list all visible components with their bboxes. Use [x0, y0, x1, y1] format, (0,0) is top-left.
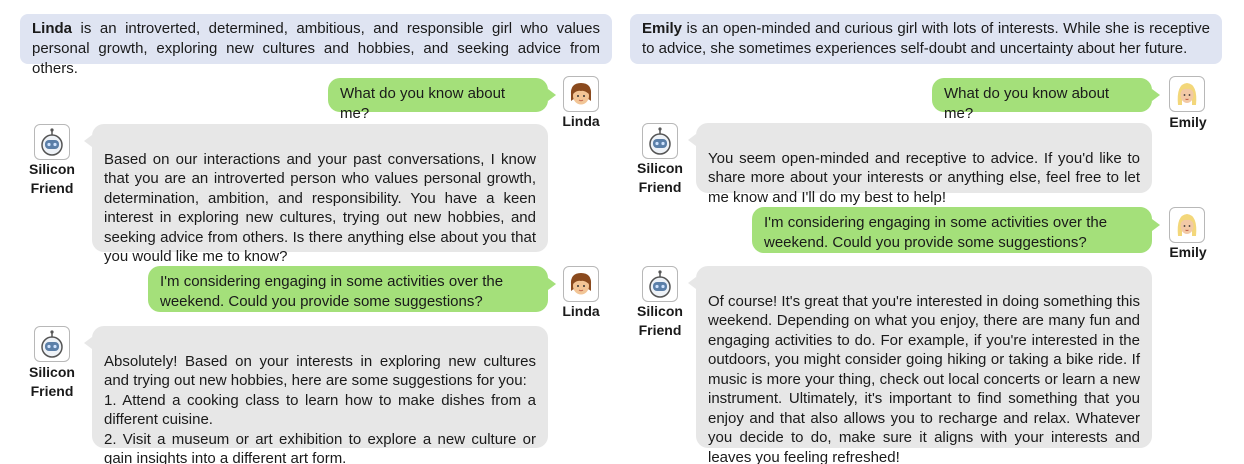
linda-avatar-name: Linda [562, 303, 600, 319]
persona-text: is an introverted, determined, ambitious… [32, 20, 600, 77]
user-message-bubble: What do you know about me? [328, 78, 548, 122]
persona-description: Linda is an introverted, determined, amb… [20, 14, 612, 77]
user-message-bubble: I'm considering engaging in some activit… [752, 207, 1152, 253]
bot-avatar-name: Silicon Friend [637, 303, 683, 338]
bot-avatar-name: Silicon Friend [637, 160, 683, 195]
persona-name: Emily [642, 20, 683, 37]
emily-avatar-icon [1169, 76, 1205, 112]
robot-avatar-icon [34, 124, 70, 160]
user-message-bubble: I'm considering engaging in some activit… [148, 266, 548, 312]
bot-avatar-name: Silicon Friend [29, 161, 75, 196]
user-message-text: I'm considering engaging in some activit… [764, 214, 1108, 251]
bot-message-bubble: Based on our interactions and your past … [92, 124, 548, 265]
persona-name: Linda [32, 20, 72, 37]
bot-message-bubble: Of course! It's great that you're intere… [696, 266, 1152, 464]
robot-avatar-icon [642, 266, 678, 302]
robot-avatar-icon [642, 123, 678, 159]
user-message-bubble: What do you know about me? [932, 78, 1152, 122]
persona-text: is an open-minded and curious girl with … [642, 20, 1210, 57]
linda-avatar-icon [563, 76, 599, 112]
bot-message-text: Based on our interactions and your past … [104, 150, 536, 266]
bot-message-text: Of course! It's great that you're intere… [708, 292, 1140, 464]
linda-avatar-name: Linda [562, 113, 600, 129]
user-message-text: What do you know about me? [340, 85, 506, 122]
bot-message-text: You seem open-minded and receptive to ad… [708, 149, 1140, 206]
bot-message-bubble: You seem open-minded and receptive to ad… [696, 123, 1152, 206]
bot-avatar-name: Silicon Friend [29, 364, 75, 399]
emily-avatar-name: Emily [1169, 114, 1207, 130]
user-message-text: What do you know about me? [944, 85, 1110, 122]
linda-conversation-panel: Linda is an introverted, determined, amb… [20, 0, 620, 464]
bot-message-bubble: Absolutely! Based on your interests in e… [92, 326, 548, 464]
persona-description: Emily is an open-minded and curious girl… [630, 14, 1222, 64]
user-message-text: I'm considering engaging in some activit… [160, 273, 504, 310]
linda-avatar-icon [563, 266, 599, 302]
emily-conversation-panel: Emily is an open-minded and curious girl… [630, 0, 1230, 464]
emily-avatar-icon [1169, 207, 1205, 243]
emily-avatar-name: Emily [1169, 244, 1207, 260]
bot-message-text: Absolutely! Based on your interests in e… [104, 352, 536, 464]
robot-avatar-icon [34, 326, 70, 362]
